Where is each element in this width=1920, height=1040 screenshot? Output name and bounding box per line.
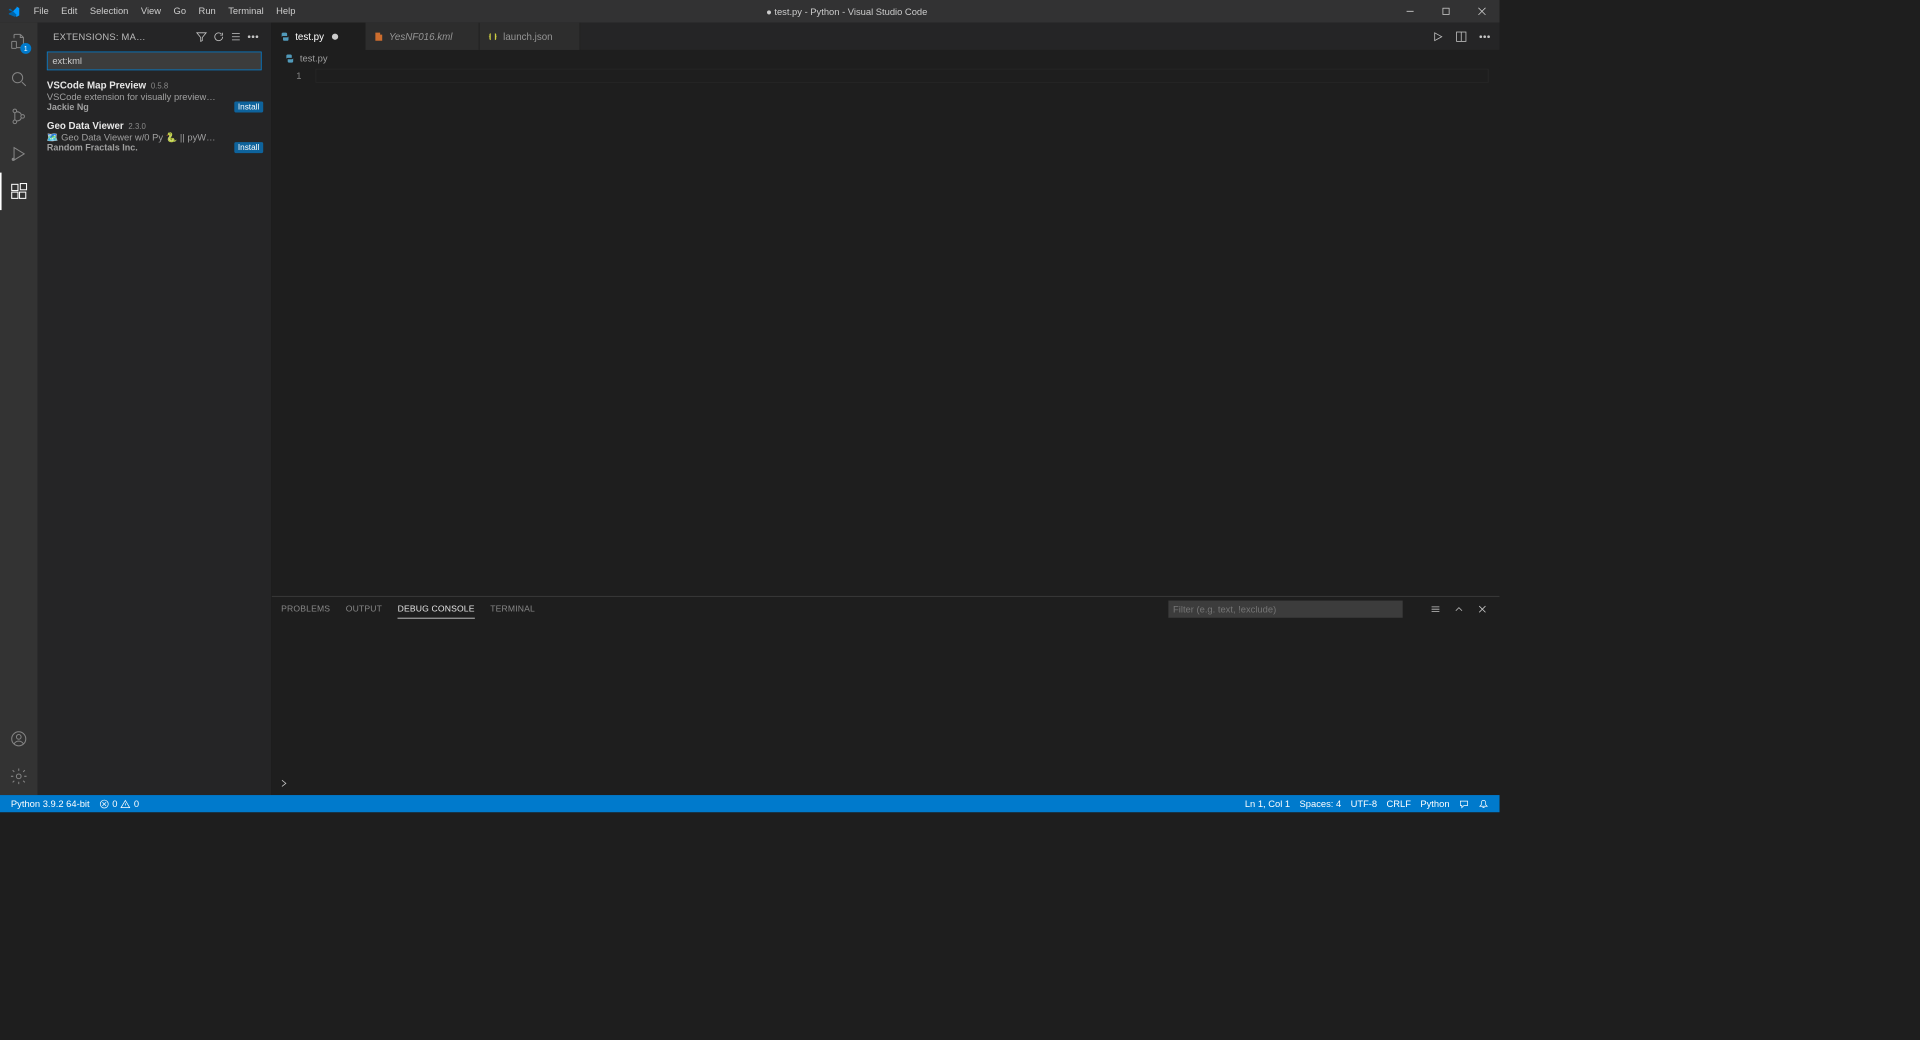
extension-item[interactable]: Geo Data Viewer 2.3.0 🗺️ Geo Data Viewer … (37, 117, 271, 158)
activity-explorer[interactable]: 1 (0, 23, 37, 60)
activity-scm[interactable] (0, 98, 37, 135)
maximize-button[interactable] (1428, 0, 1464, 23)
editor-actions (1429, 23, 1499, 50)
menu-selection[interactable]: Selection (84, 0, 135, 23)
status-encoding[interactable]: UTF-8 (1346, 795, 1382, 812)
extension-version: 0.5.8 (151, 82, 168, 91)
extension-publisher: Jackie Ng (47, 103, 262, 112)
split-editor-icon[interactable] (1453, 28, 1470, 45)
tab-launch-json[interactable]: launch.json (480, 23, 580, 50)
panel-tab-problems[interactable]: PROBLEMS (281, 601, 330, 618)
editor-tabs: test.py YesNF016.kml launch.json (272, 23, 1500, 50)
sidebar-extensions: EXTENSIONS: MA… VSCode Map Preview 0.5.8 … (37, 23, 271, 795)
status-problems[interactable]: 0 0 (94, 795, 143, 812)
activitybar: 1 (0, 23, 37, 795)
panel-filter-input[interactable] (1168, 601, 1402, 618)
activity-extensions[interactable] (0, 173, 37, 210)
explorer-badge: 1 (20, 43, 31, 54)
status-feedback-icon[interactable] (1454, 795, 1474, 812)
install-button[interactable]: Install (234, 102, 263, 113)
extension-item[interactable]: VSCode Map Preview 0.5.8 VSCode extension… (37, 77, 271, 118)
clear-icon[interactable] (227, 28, 244, 45)
panel-tab-debug-console[interactable]: DEBUG CONSOLE (398, 600, 475, 618)
menu-file[interactable]: File (27, 0, 55, 23)
status-python-interpreter[interactable]: Python 3.9.2 64-bit (6, 795, 94, 812)
tab-yesnf016-kml[interactable]: YesNF016.kml (366, 23, 480, 50)
activity-search[interactable] (0, 60, 37, 97)
refresh-icon[interactable] (210, 28, 227, 45)
status-warnings-count: 0 (134, 798, 139, 809)
extension-version: 2.3.0 (128, 123, 145, 132)
debug-repl-chevron-icon[interactable] (278, 777, 290, 792)
panel-filter (1168, 601, 1402, 618)
panel-actions (1428, 601, 1490, 617)
extension-desc: 🗺️ Geo Data Viewer w/0 Py 🐍 || pyW… (47, 132, 262, 143)
extension-search (47, 52, 262, 71)
extension-publisher: Random Fractals Inc. (47, 144, 262, 153)
tab-label: test.py (295, 31, 324, 42)
statusbar: Python 3.9.2 64-bit 0 0 Ln 1, Col 1 Spac… (0, 795, 1500, 812)
editor-area: test.py YesNF016.kml launch.json (272, 23, 1500, 795)
more-icon[interactable] (244, 28, 261, 45)
sidebar-title: EXTENSIONS: MA… (53, 31, 193, 42)
menu-help[interactable]: Help (270, 0, 302, 23)
tab-test-py[interactable]: test.py (272, 23, 366, 50)
window-controls (1392, 0, 1500, 23)
extension-name: VSCode Map Preview (47, 80, 146, 91)
json-file-icon (488, 31, 499, 42)
activity-accounts[interactable] (0, 720, 37, 757)
window-title: ● test.py - Python - Visual Studio Code (302, 6, 1392, 17)
status-language[interactable]: Python (1416, 795, 1455, 812)
menu-go[interactable]: Go (167, 0, 192, 23)
line-number: 1 (272, 69, 302, 83)
extension-search-input[interactable] (47, 52, 262, 71)
extension-desc: VSCode extension for visually preview… (47, 91, 262, 102)
more-actions-icon[interactable] (1476, 28, 1493, 45)
current-line-highlight (316, 69, 1489, 83)
status-indent[interactable]: Spaces: 4 (1295, 795, 1346, 812)
menubar: File Edit Selection View Go Run Terminal… (27, 0, 301, 23)
panel-tabs: PROBLEMS OUTPUT DEBUG CONSOLE TERMINAL (272, 597, 1500, 622)
run-file-icon[interactable] (1429, 28, 1446, 45)
menu-view[interactable]: View (135, 0, 168, 23)
clear-console-icon[interactable] (1428, 601, 1444, 617)
sidebar-header: EXTENSIONS: MA… (37, 23, 271, 50)
debug-console-body[interactable] (272, 622, 1500, 795)
bottom-panel: PROBLEMS OUTPUT DEBUG CONSOLE TERMINAL (272, 596, 1500, 795)
vscode-logo-icon (0, 5, 27, 17)
minimize-button[interactable] (1392, 0, 1428, 23)
titlebar: File Edit Selection View Go Run Terminal… (0, 0, 1500, 23)
tab-label: YesNF016.kml (389, 31, 452, 42)
menu-run[interactable]: Run (192, 0, 222, 23)
install-button[interactable]: Install (234, 142, 263, 153)
line-gutter: 1 (272, 67, 316, 596)
panel-tab-output[interactable]: OUTPUT (346, 601, 382, 618)
breadcrumb[interactable]: test.py (272, 50, 1500, 67)
activity-run-debug[interactable] (0, 135, 37, 172)
status-errors-count: 0 (112, 798, 117, 809)
code-editor[interactable]: 1 (272, 67, 1500, 596)
close-tab-icon[interactable] (560, 31, 571, 42)
status-eol[interactable]: CRLF (1382, 795, 1416, 812)
close-tab-icon[interactable] (460, 31, 471, 42)
python-file-icon (280, 31, 291, 42)
menu-terminal[interactable]: Terminal (222, 0, 270, 23)
tab-label: launch.json (503, 31, 552, 42)
code-area[interactable] (316, 67, 1500, 596)
panel-tab-terminal[interactable]: TERMINAL (490, 601, 535, 618)
extension-list: VSCode Map Preview 0.5.8 VSCode extension… (37, 77, 271, 796)
breadcrumb-file: test.py (300, 53, 328, 64)
extension-name: Geo Data Viewer (47, 120, 124, 131)
activity-settings[interactable] (0, 758, 37, 795)
close-button[interactable] (1464, 0, 1500, 23)
python-file-icon (284, 53, 295, 64)
status-cursor-position[interactable]: Ln 1, Col 1 (1240, 795, 1295, 812)
dirty-indicator-icon (332, 33, 338, 39)
kml-file-icon (373, 31, 384, 42)
filter-icon[interactable] (193, 28, 210, 45)
collapse-panel-icon[interactable] (1451, 601, 1467, 617)
menu-edit[interactable]: Edit (55, 0, 84, 23)
status-notifications-icon[interactable] (1474, 795, 1494, 812)
close-panel-icon[interactable] (1475, 601, 1491, 617)
